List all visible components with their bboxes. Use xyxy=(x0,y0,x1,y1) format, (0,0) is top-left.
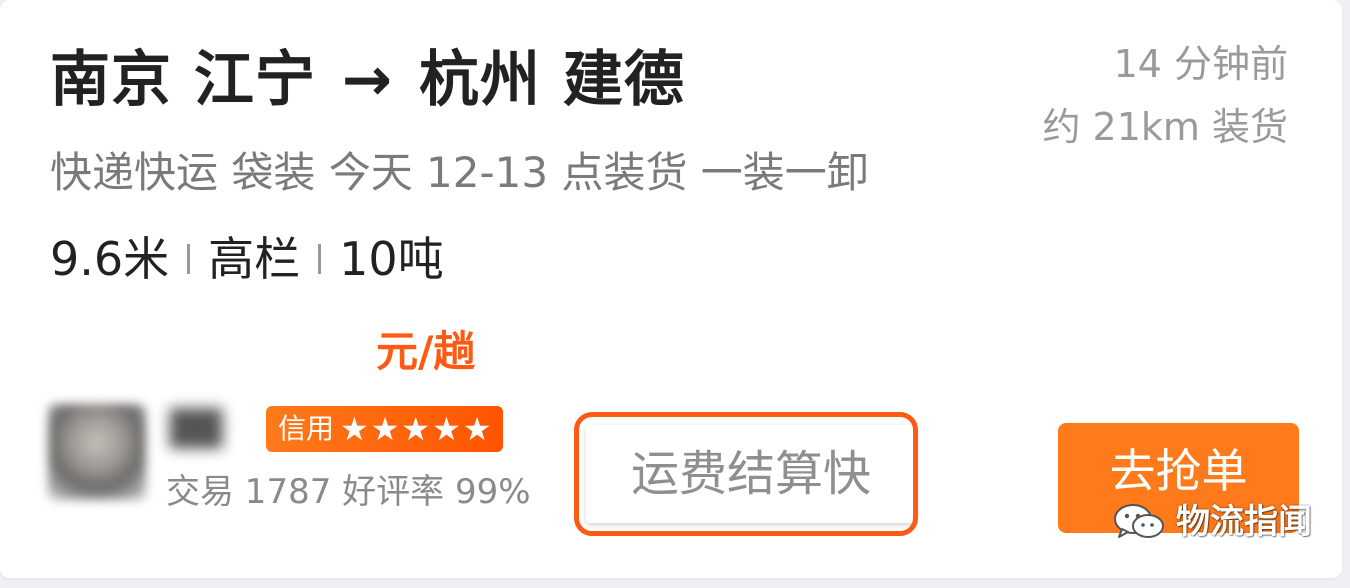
vehicle-specs: 9.6米 高栏 10吨 xyxy=(50,228,444,290)
shipper-name-blurred: ██ xyxy=(170,409,223,449)
credit-label: 信用 xyxy=(278,412,335,445)
spec-divider xyxy=(187,243,191,274)
destination-label: 杭州 建德 xyxy=(418,45,685,115)
vehicle-length: 9.6米 xyxy=(50,232,170,286)
route-title: 南京 江宁 → 杭州 建德 xyxy=(50,38,685,122)
watermark: 物流指闻 xyxy=(1112,500,1312,544)
spec-divider xyxy=(318,243,322,274)
posted-time: 14 分钟前 xyxy=(1113,42,1288,86)
order-card[interactable]: 南京 江宁 → 杭州 建德 14 分钟前 约 21km 装货 快递快运 袋装 今… xyxy=(0,0,1342,578)
wechat-icon xyxy=(1114,504,1164,538)
tag-highlight-outline xyxy=(574,412,918,536)
origin-label: 南京 江宁 xyxy=(50,45,316,115)
credit-badge: 信用 ★★★★★ xyxy=(266,406,504,452)
vehicle-load: 10吨 xyxy=(339,232,444,286)
cargo-description: 快递快运 袋装 今天 12-13 点装货 一装一卸 xyxy=(50,148,869,197)
trade-stats: 交易 1787 好评率 99% xyxy=(166,472,531,512)
loading-distance: 约 21km 装货 xyxy=(1042,105,1288,149)
price-unit: 元/趟 xyxy=(376,327,476,376)
vehicle-type: 高栏 xyxy=(208,232,301,286)
star-rating-icon: ★★★★★ xyxy=(340,410,494,448)
avatar[interactable] xyxy=(48,404,146,500)
route-arrow-icon: → xyxy=(341,45,394,115)
watermark-text: 物流指闻 xyxy=(1176,502,1312,542)
